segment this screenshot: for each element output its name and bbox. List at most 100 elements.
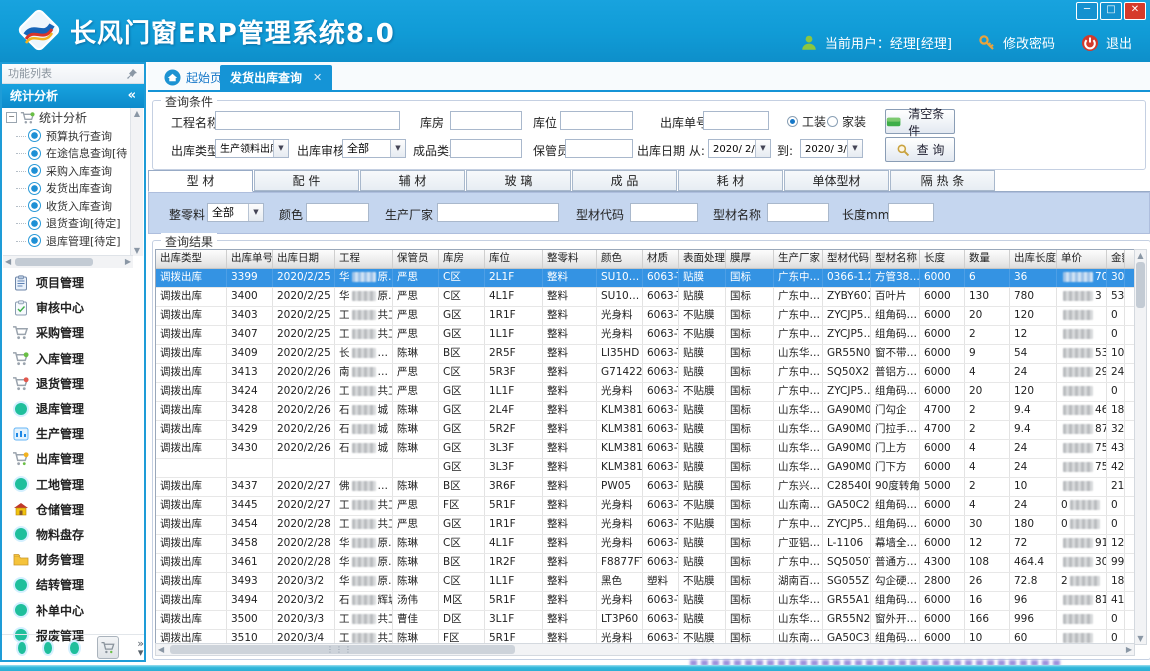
sidebar-item-13[interactable]: 结转管理	[2, 572, 144, 597]
maximize-button[interactable]: □	[1100, 2, 1122, 20]
keeper-input[interactable]	[565, 139, 633, 158]
table-row-6[interactable]: 调拨出库34242020/2/26工共工程严思G区1L1F整料光身料6063-T…	[156, 383, 1136, 402]
table-row-13[interactable]: 调拨出库34542020/2/28工共工程严思G区1R1F整料光身料6063-T…	[156, 516, 1136, 535]
section-header-statistics[interactable]: 统计分析 «	[2, 84, 144, 108]
column-header-18[interactable]: 单价	[1057, 250, 1107, 268]
table-row-10[interactable]: G区3L3F整料KLM38176063-T5贴膜国标山东华…GA90M09…门下…	[156, 459, 1136, 478]
table-row-18[interactable]: 调拨出库35002020/3/3工共工程曹佳D区3L1F整料LT3P606063…	[156, 611, 1136, 630]
pin-icon[interactable]	[126, 68, 138, 80]
product-type-input[interactable]	[450, 139, 522, 158]
column-header-1[interactable]: 出库单号	[227, 250, 273, 268]
project-name-input[interactable]	[215, 111, 400, 130]
maker-input[interactable]	[437, 203, 559, 222]
clear-conditions-button[interactable]: 清空条件	[885, 109, 955, 134]
table-row-15[interactable]: 调拨出库34612020/2/28华原…陈琳B区1R2F整料F8877FT606…	[156, 554, 1136, 573]
more-options-chevron[interactable]: »▾	[137, 639, 144, 657]
color-input[interactable]	[306, 203, 369, 222]
table-row-11[interactable]: 调拨出库34372020/2/27佛…陈琳B区3R6F整料PW056063-T5…	[156, 478, 1136, 497]
column-header-14[interactable]: 型材名称	[871, 250, 920, 268]
grid-vertical-scrollbar[interactable]: ▲ ▼	[1134, 249, 1147, 645]
date-to-combo[interactable]: 2020/ 3/16▼	[800, 139, 863, 158]
tree-item-0[interactable]: 预算执行查询	[2, 127, 132, 145]
table-row-12[interactable]: 调拨出库34452020/2/27工共工程严思F区5R1F整料光身料6063-T…	[156, 497, 1136, 516]
table-row-16[interactable]: 调拨出库34932020/3/2华原…陈琳C区1L1F整料黑色塑料不贴膜国标湖南…	[156, 573, 1136, 592]
material-tab-4[interactable]: 成 品	[572, 170, 677, 191]
change-password-link[interactable]: 修改密码	[1003, 33, 1055, 52]
tab-shipping-query[interactable]: 发货出库查询 ✕	[220, 65, 332, 90]
logout-link[interactable]: 退出	[1106, 33, 1132, 52]
close-button[interactable]: ✕	[1124, 2, 1146, 20]
material-tab-0[interactable]: 型 材	[148, 170, 253, 192]
sidebar-item-1[interactable]: 项目管理	[2, 270, 144, 295]
dot-icon[interactable]	[70, 642, 78, 654]
dot-icon[interactable]	[44, 642, 52, 654]
material-tab-6[interactable]: 单体型材	[784, 170, 889, 191]
column-header-11[interactable]: 膜厚	[726, 250, 774, 268]
tree-item-6[interactable]: 退库管理[待定]	[2, 232, 132, 250]
material-tab-7[interactable]: 隔 热 条	[890, 170, 995, 191]
sidebar-item-6[interactable]: 退库管理	[2, 396, 144, 421]
sidebar-item-9[interactable]: 工地管理	[2, 472, 144, 497]
out-no-input[interactable]	[703, 111, 769, 130]
sidebar-item-5[interactable]: 退货管理	[2, 371, 144, 396]
grid-horizontal-scrollbar[interactable]: ◀ ⋮⋮⋮ ▶	[155, 643, 1135, 656]
warehouse-input[interactable]	[450, 111, 522, 130]
tree-item-2[interactable]: 采购入库查询	[2, 162, 132, 180]
sidebar-item-7[interactable]: 生产管理	[2, 421, 144, 446]
tree-item-5[interactable]: 退货查询[待定]	[2, 215, 132, 233]
material-tab-5[interactable]: 耗 材	[678, 170, 783, 191]
column-header-9[interactable]: 材质	[643, 250, 679, 268]
location-input[interactable]	[560, 111, 633, 130]
tree-item-4[interactable]: 收货入库查询	[2, 197, 132, 215]
column-header-4[interactable]: 保管员	[393, 250, 439, 268]
table-row-9[interactable]: 调拨出库34302020/2/26石城陈琳G区3L3F整料KLM38176063…	[156, 440, 1136, 459]
column-header-17[interactable]: 出库长度	[1010, 250, 1057, 268]
table-row-17[interactable]: 调拨出库34942020/3/2石辉城汤伟M区5R1F整料光身料6063-T5贴…	[156, 592, 1136, 611]
table-row-7[interactable]: 调拨出库34282020/2/26石城陈琳G区2L4F整料KLM38176063…	[156, 402, 1136, 421]
tab-close-icon[interactable]: ✕	[313, 71, 322, 84]
column-header-3[interactable]: 工程	[335, 250, 393, 268]
table-row-4[interactable]: 调拨出库34092020/2/25长…陈琳B区2R5F整料LI35HD6063-…	[156, 345, 1136, 364]
radio-homewear[interactable]: 家装	[827, 113, 866, 130]
sidebar-item-8[interactable]: 出库管理	[2, 446, 144, 471]
sidebar-item-2[interactable]: 审核中心	[2, 295, 144, 320]
column-header-19[interactable]: 金额	[1107, 250, 1125, 268]
minimize-button[interactable]: ─	[1076, 2, 1098, 20]
column-header-15[interactable]: 长度	[920, 250, 965, 268]
material-tab-2[interactable]: 辅 材	[360, 170, 465, 191]
material-tab-3[interactable]: 玻 璃	[466, 170, 571, 191]
table-row-1[interactable]: 调拨出库34002020/2/25华原…严思C区4L1F整料SU10…6063-…	[156, 288, 1136, 307]
profile-code-input[interactable]	[630, 203, 698, 222]
column-header-8[interactable]: 颜色	[597, 250, 643, 268]
tree-root-statistics[interactable]: − 统计分析	[2, 108, 132, 127]
sidebar-item-12[interactable]: 财务管理	[2, 547, 144, 572]
table-row-8[interactable]: 调拨出库34292020/2/26石城陈琳G区5R2F整料KLM38176063…	[156, 421, 1136, 440]
sidebar-item-14[interactable]: 补单中心	[2, 597, 144, 622]
date-from-combo[interactable]: 2020/ 2/16▼	[708, 139, 771, 158]
sidebar-item-4[interactable]: 入库管理	[2, 346, 144, 371]
column-header-6[interactable]: 库位	[485, 250, 543, 268]
sidebar-item-11[interactable]: 物料盘存	[2, 522, 144, 547]
sidebar-item-10[interactable]: 仓储管理	[2, 497, 144, 522]
cart-shortcut-button[interactable]	[97, 636, 120, 659]
length-input[interactable]	[888, 203, 934, 222]
dot-icon[interactable]	[18, 642, 26, 654]
table-row-2[interactable]: 调拨出库34032020/2/25工共工程严思G区1R1F整料光身料6063-T…	[156, 307, 1136, 326]
column-header-5[interactable]: 库房	[439, 250, 485, 268]
audit-combo[interactable]: 全部▼	[342, 139, 406, 158]
column-header-12[interactable]: 生产厂家	[774, 250, 823, 268]
table-row-5[interactable]: 调拨出库34132020/2/26南…严思C区5R3F整料G714226063-…	[156, 364, 1136, 383]
tree-horizontal-scrollbar[interactable]: ◀▶	[3, 255, 133, 268]
column-header-10[interactable]: 表面处理	[679, 250, 726, 268]
whole-piece-combo[interactable]: 全部▼	[207, 203, 264, 222]
column-header-2[interactable]: 出库日期	[273, 250, 335, 268]
column-header-0[interactable]: 出库类型	[156, 250, 227, 268]
sidebar-item-3[interactable]: 采购管理	[2, 320, 144, 345]
column-header-7[interactable]: 整零料	[543, 250, 597, 268]
table-row-0[interactable]: 调拨出库33992020/2/25华原…严思C区2L1F整料SU10…6063-…	[156, 269, 1136, 288]
profile-name-input[interactable]	[767, 203, 829, 222]
radio-workwear[interactable]: 工装	[787, 113, 826, 130]
tree-item-1[interactable]: 在途信息查询[待	[2, 145, 132, 163]
collapse-icon[interactable]: «	[128, 84, 136, 108]
tree-vertical-scrollbar[interactable]: ▲▼	[130, 108, 143, 256]
